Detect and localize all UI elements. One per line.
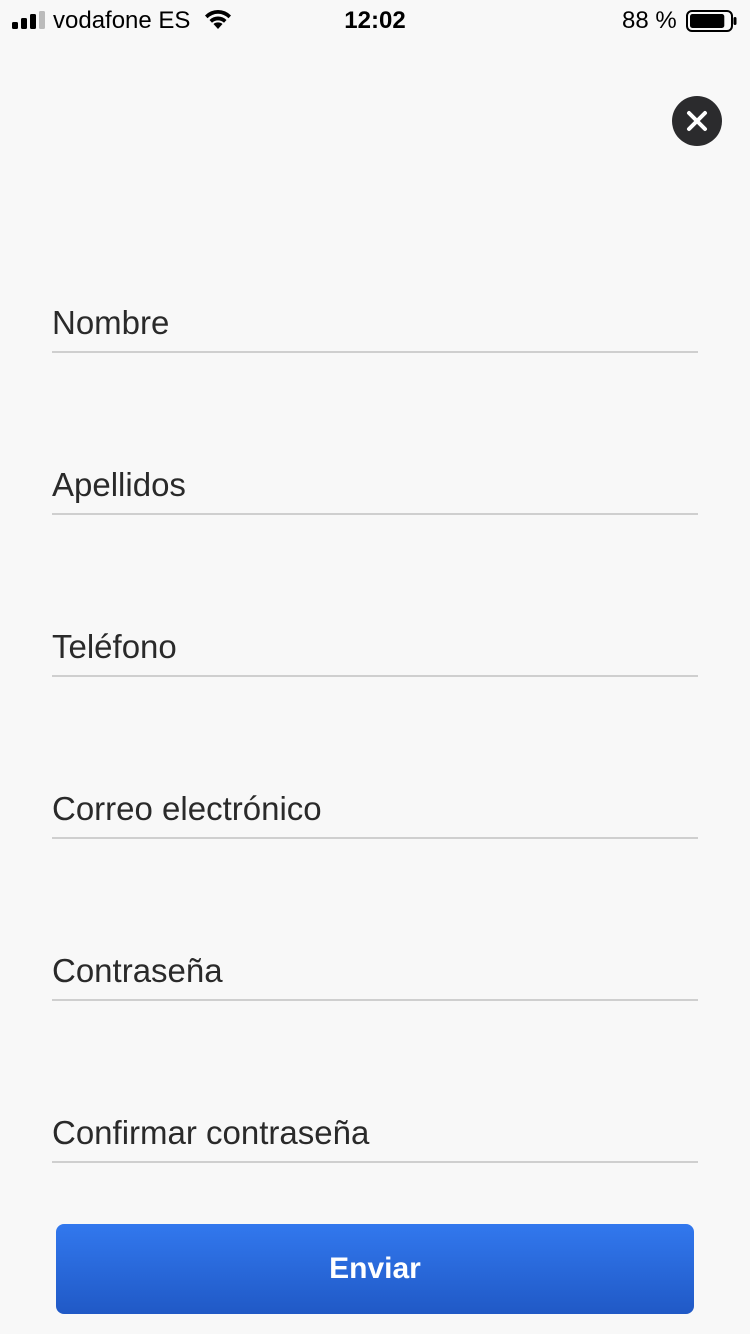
status-bar: vodafone ES 12:02 88 %	[0, 0, 750, 40]
password-field	[52, 941, 698, 1001]
last-name-input[interactable]	[52, 457, 698, 513]
submit-button[interactable]: Enviar	[56, 1224, 694, 1314]
close-button[interactable]	[672, 96, 722, 146]
close-icon	[687, 111, 707, 131]
phone-input[interactable]	[52, 619, 698, 675]
battery-icon	[686, 10, 737, 32]
first-name-field	[52, 293, 698, 353]
email-input[interactable]	[52, 781, 698, 837]
email-field	[52, 779, 698, 839]
confirm-password-field	[52, 1103, 698, 1163]
battery-percentage: 88 %	[622, 7, 677, 34]
password-input[interactable]	[52, 943, 698, 999]
phone-field	[52, 617, 698, 677]
last-name-field	[52, 455, 698, 515]
confirm-password-input[interactable]	[52, 1105, 698, 1161]
signup-screen: vodafone ES 12:02 88 % Enviar	[0, 0, 750, 1334]
first-name-input[interactable]	[52, 295, 698, 351]
